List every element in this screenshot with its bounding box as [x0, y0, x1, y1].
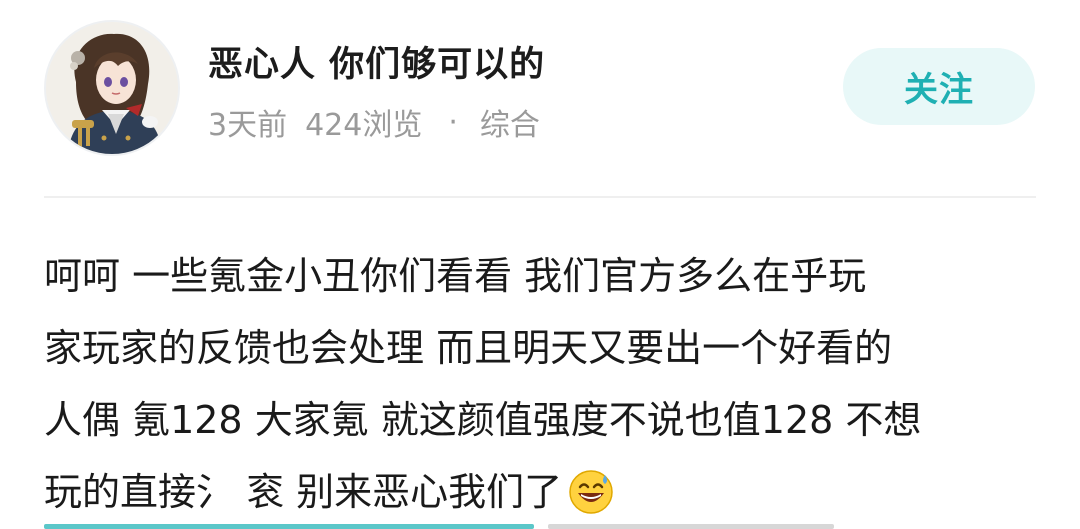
grinning-sweat-emoji-icon [568, 466, 614, 514]
post-text-line: 家玩家的反馈也会处理 而且明天又要出一个好看的 [44, 326, 893, 370]
follow-button[interactable]: 关注 [843, 48, 1035, 125]
author-name[interactable]: 恶心人 你们够可以的 [208, 36, 545, 87]
post-meta: 3天前 424浏览 · 综合 [208, 100, 540, 144]
meta-separator: · [448, 104, 458, 140]
post-time: 3天前 [208, 108, 288, 143]
post-text-line: 玩的直接氵 衮 别来恶心我们了 [44, 470, 563, 514]
post-text-line: 呵呵 一些氪金小丑你们看看 我们官方多么在乎玩 [44, 254, 867, 298]
post-header: 恶心人 你们够可以的 3天前 424浏览 · 综合 关注 [0, 0, 1080, 196]
post-text-line-last: 玩的直接氵 衮 别来恶心我们了 [44, 456, 1036, 528]
header-divider [44, 196, 1036, 198]
author-avatar[interactable] [44, 20, 180, 156]
post-content: 呵呵 一些氪金小丑你们看看 我们官方多么在乎玩 家玩家的反馈也会处理 而且明天又… [44, 240, 1036, 528]
post-view-count: 424浏览 [305, 108, 423, 143]
image-strip-left [44, 524, 534, 529]
post-text-line: 人偶 氪128 大家氪 就这颜值强度不说也值128 不想 [44, 398, 922, 442]
post-detail-page: 恶心人 你们够可以的 3天前 424浏览 · 综合 关注 呵呵 一些氪金小丑你们… [0, 0, 1080, 529]
anime-character-avatar-icon [46, 22, 178, 154]
post-category[interactable]: 综合 [480, 100, 540, 144]
image-strip-right [548, 524, 834, 529]
